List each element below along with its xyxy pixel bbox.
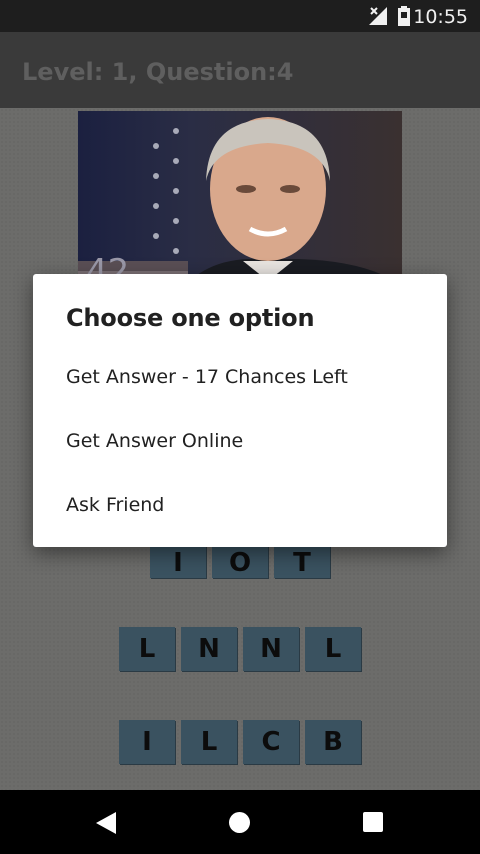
battery-icon [398, 6, 410, 26]
status-time: 10:55 [413, 6, 468, 28]
letter-tile[interactable]: B [305, 720, 361, 764]
letter-tile[interactable]: L [119, 627, 175, 671]
letter-row-choices-2: I L C B [0, 720, 480, 764]
question-photo: 42 [78, 111, 402, 301]
home-icon[interactable] [229, 812, 250, 833]
letter-tile[interactable]: C [243, 720, 299, 764]
status-bar: 10:55 [0, 0, 480, 32]
page-title: Level: 1, Question:4 [22, 58, 294, 86]
ask-friend-option[interactable]: Ask Friend [66, 477, 416, 533]
get-answer-option[interactable]: Get Answer - 17 Chances Left [66, 349, 416, 405]
navigation-bar [0, 790, 480, 854]
letter-tile[interactable]: N [243, 627, 299, 671]
letter-tile[interactable]: N [181, 627, 237, 671]
get-answer-online-option[interactable]: Get Answer Online [66, 413, 416, 469]
back-icon[interactable] [96, 812, 116, 834]
dialog-title: Choose one option [66, 304, 315, 332]
letter-tile[interactable]: I [119, 720, 175, 764]
letter-tile[interactable]: L [181, 720, 237, 764]
signal-icon [369, 7, 387, 25]
letter-tile[interactable]: L [305, 627, 361, 671]
options-dialog: Choose one option Get Answer - 17 Chance… [33, 274, 447, 547]
app-bar: Level: 1, Question:4 [0, 32, 480, 108]
letter-row-choices-1: L N N L [0, 627, 480, 671]
recents-icon[interactable] [363, 812, 383, 832]
